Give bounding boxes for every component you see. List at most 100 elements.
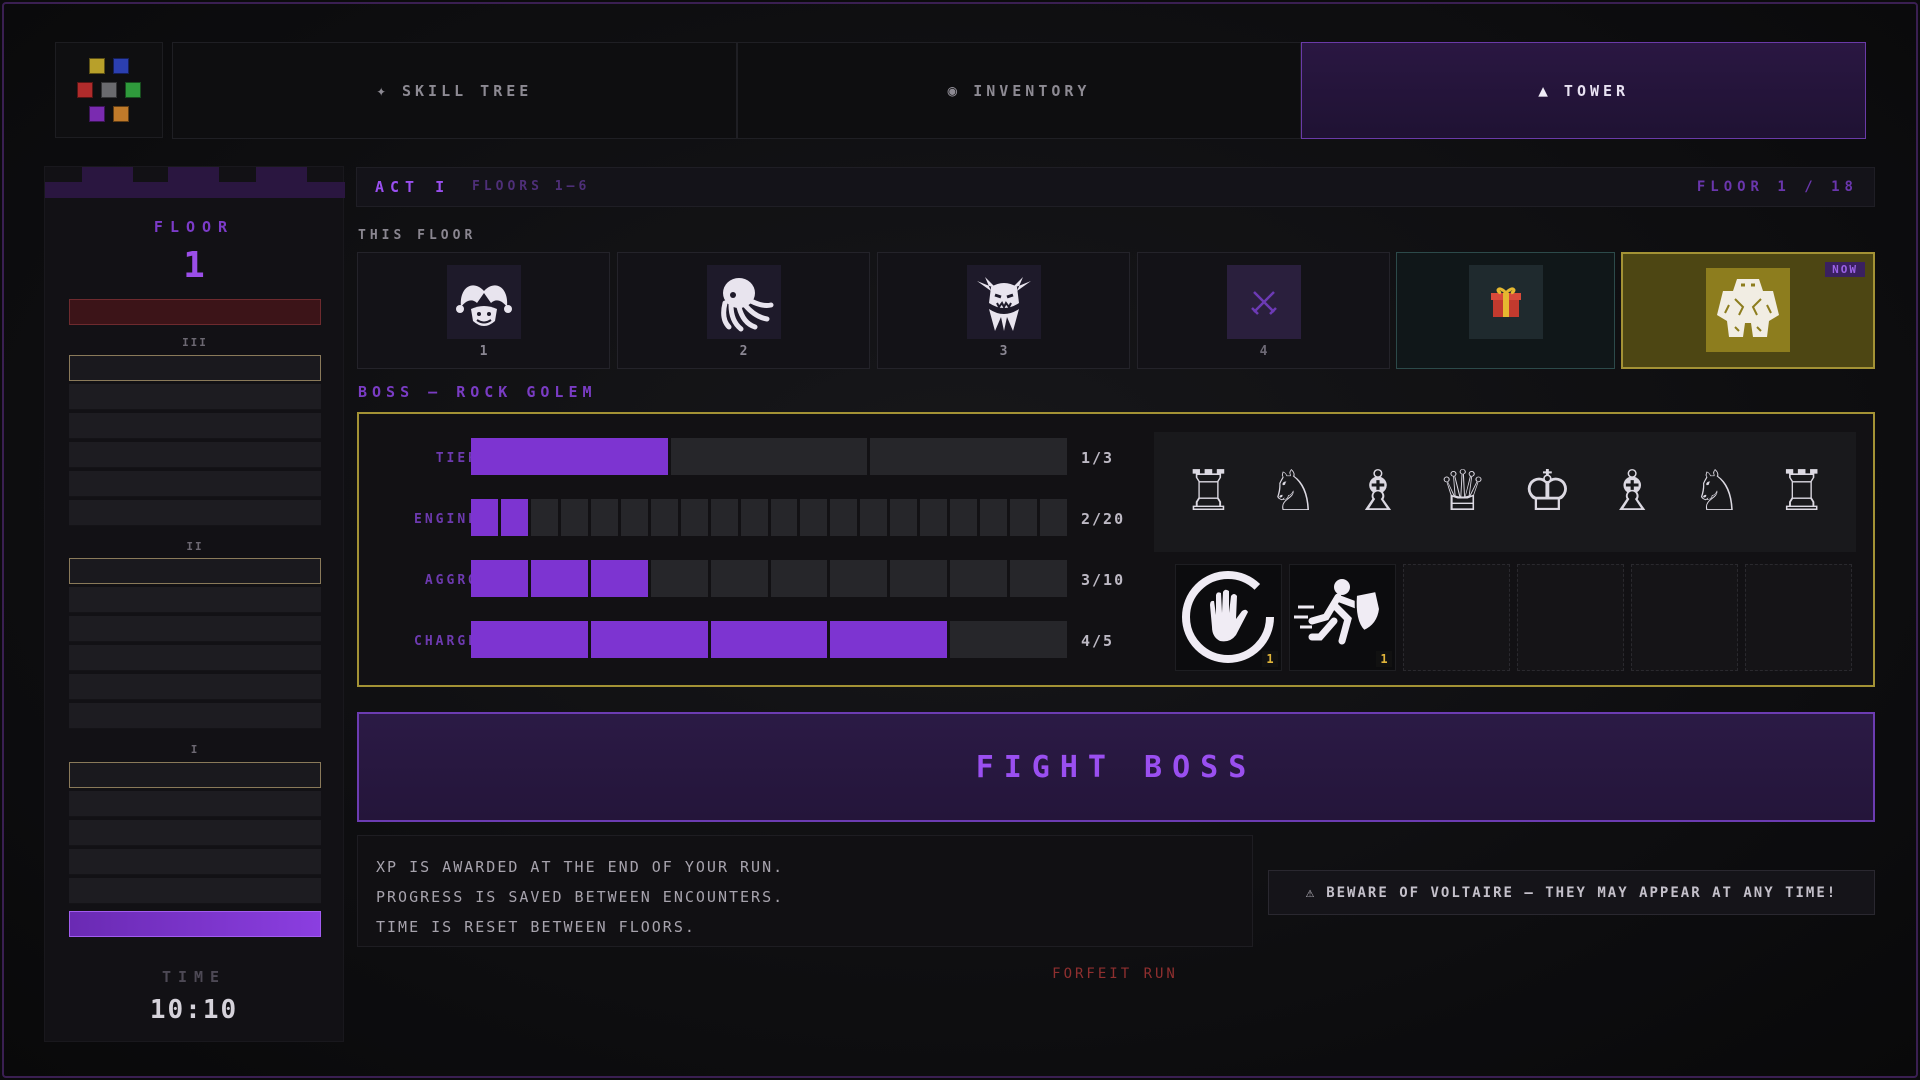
tab-tower[interactable]: ▲ TOWER [1301, 42, 1867, 139]
this-floor-label: THIS FLOOR [358, 228, 477, 243]
knight-icon: ♘ [1268, 459, 1319, 524]
charge-bar [471, 621, 1067, 658]
floor-card-boss[interactable]: NOW [1621, 252, 1875, 369]
tower-floor-slot [69, 413, 321, 439]
boss-panel: TIER 1/3 ENGINE 2/20 AGGRO 3/10 CHARGE 4… [357, 412, 1875, 687]
stat-segment [830, 560, 888, 597]
stat-segment [530, 560, 588, 597]
tower-floor-slot [69, 674, 321, 700]
act-numeral: I [190, 743, 200, 756]
tower-floor-slot [69, 820, 321, 846]
ability-slot-empty [1631, 564, 1738, 671]
stat-segment [471, 499, 498, 536]
stat-segment [620, 499, 648, 536]
floor-number: 3 [999, 344, 1008, 359]
ability-slot[interactable]: 1 [1289, 564, 1396, 671]
stat-segment [530, 499, 558, 536]
stat-segment [770, 499, 798, 536]
floor-number: 4 [1259, 344, 1268, 359]
orb-icon: ◉ [947, 81, 962, 100]
stat-segment [590, 499, 618, 536]
octopus-icon [706, 265, 781, 339]
stat-segment [830, 621, 948, 658]
tower-floor-slot [69, 849, 321, 875]
rook-icon: ♖ [1183, 459, 1234, 524]
ability-slot-empty [1745, 564, 1852, 671]
stat-value-tier: 1/3 [1081, 449, 1115, 467]
ability-count: 1 [1262, 651, 1278, 667]
floor-number: 2 [739, 344, 748, 359]
floor-progress: FLOOR 1 / 18 [1696, 179, 1858, 195]
stat-segment [650, 560, 708, 597]
chess-piece-row: ♖ ♘ ♗ ♕ ♔ ♗ ♘ ♖ [1154, 432, 1856, 552]
floor-label: FLOOR [153, 218, 235, 236]
boss-title: BOSS — ROCK GOLEM [358, 383, 597, 401]
stat-segment [650, 499, 678, 536]
tab-label: TOWER [1563, 81, 1630, 100]
stat-segment [950, 499, 978, 536]
tower-floor-slot [69, 384, 321, 410]
battlement-merlon [168, 167, 218, 183]
stat-label-tier: TIER [435, 451, 479, 466]
tab-skill-tree[interactable]: ✦ SKILL TREE [172, 42, 737, 139]
warning-banner: ⚠ BEWARE OF VOLTAIRE — THEY MAY APPEAR A… [1268, 870, 1875, 915]
floor-card[interactable]: 3 [877, 252, 1130, 369]
stat-segment [870, 438, 1068, 475]
triangle-icon: ▲ [1538, 81, 1552, 100]
top-floor-bar [69, 299, 321, 325]
forfeit-run-link[interactable]: FORFEIT RUN [1015, 966, 1215, 982]
king-icon: ♔ [1522, 459, 1573, 524]
tower-floor-slot [69, 558, 321, 584]
stat-label-aggro: AGGRO [424, 573, 479, 588]
crossed-swords-icon [1226, 265, 1301, 339]
stat-label-charge: CHARGE [414, 634, 479, 649]
bishop-icon: ♗ [1607, 459, 1658, 524]
stat-segment [710, 560, 768, 597]
gift-icon [1468, 265, 1543, 339]
tower-floor-slot [69, 471, 321, 497]
stat-segment [1040, 499, 1068, 536]
stat-segment [740, 499, 768, 536]
tab-inventory[interactable]: ◉ INVENTORY [736, 42, 1302, 139]
info-line: PROGRESS IS SAVED BETWEEN ENCOUNTERS. [376, 888, 785, 906]
tower-floor-slot [69, 442, 321, 468]
current-floor-slot [69, 911, 321, 937]
floor-card[interactable]: 1 [357, 252, 610, 369]
floor-card[interactable]: 2 [617, 252, 870, 369]
stat-segment [590, 560, 648, 597]
now-badge: NOW [1825, 262, 1865, 277]
tower-floor-slot [69, 878, 321, 904]
stat-segment [710, 621, 828, 658]
floor-card[interactable]: 4 [1137, 252, 1390, 369]
act-header: ACT I FLOORS 1–6 FLOOR 1 / 18 [356, 167, 1875, 207]
tower-floor-slot [69, 500, 321, 526]
tower-floor-slot [69, 645, 321, 671]
stat-segment [860, 499, 888, 536]
tower-floor-slot [69, 616, 321, 642]
stat-label-engine: ENGINE [414, 512, 479, 527]
ability-slot-empty [1403, 564, 1510, 671]
stat-segment [471, 438, 668, 475]
rook-icon: ♖ [1776, 459, 1827, 524]
app-logo [55, 42, 163, 138]
queen-icon: ♕ [1437, 459, 1488, 524]
tab-label: SKILL TREE [402, 81, 533, 100]
stat-segment [1010, 499, 1038, 536]
act-numeral: III [182, 336, 208, 349]
battlement-merlon [82, 167, 132, 183]
golem-icon [1706, 268, 1790, 352]
tower-floor-slot [69, 791, 321, 817]
fight-boss-button[interactable]: FIGHT BOSS [357, 712, 1875, 822]
floor-card-treasure[interactable] [1396, 252, 1615, 369]
ability-slot[interactable]: 1 [1175, 564, 1282, 671]
stat-segment [471, 621, 588, 658]
ability-slot-empty [1517, 564, 1624, 671]
info-line: TIME IS RESET BETWEEN FLOORS. [376, 918, 696, 936]
tower-floor-slot [69, 703, 321, 729]
info-line: XP IS AWARDED AT THE END OF YOUR RUN. [376, 858, 785, 876]
warning-text: BEWARE OF VOLTAIRE — THEY MAY APPEAR AT … [1326, 884, 1838, 901]
aggro-bar [471, 560, 1068, 597]
stat-segment [670, 438, 868, 475]
stat-segment [1010, 560, 1068, 597]
engine-bar [471, 499, 1068, 536]
